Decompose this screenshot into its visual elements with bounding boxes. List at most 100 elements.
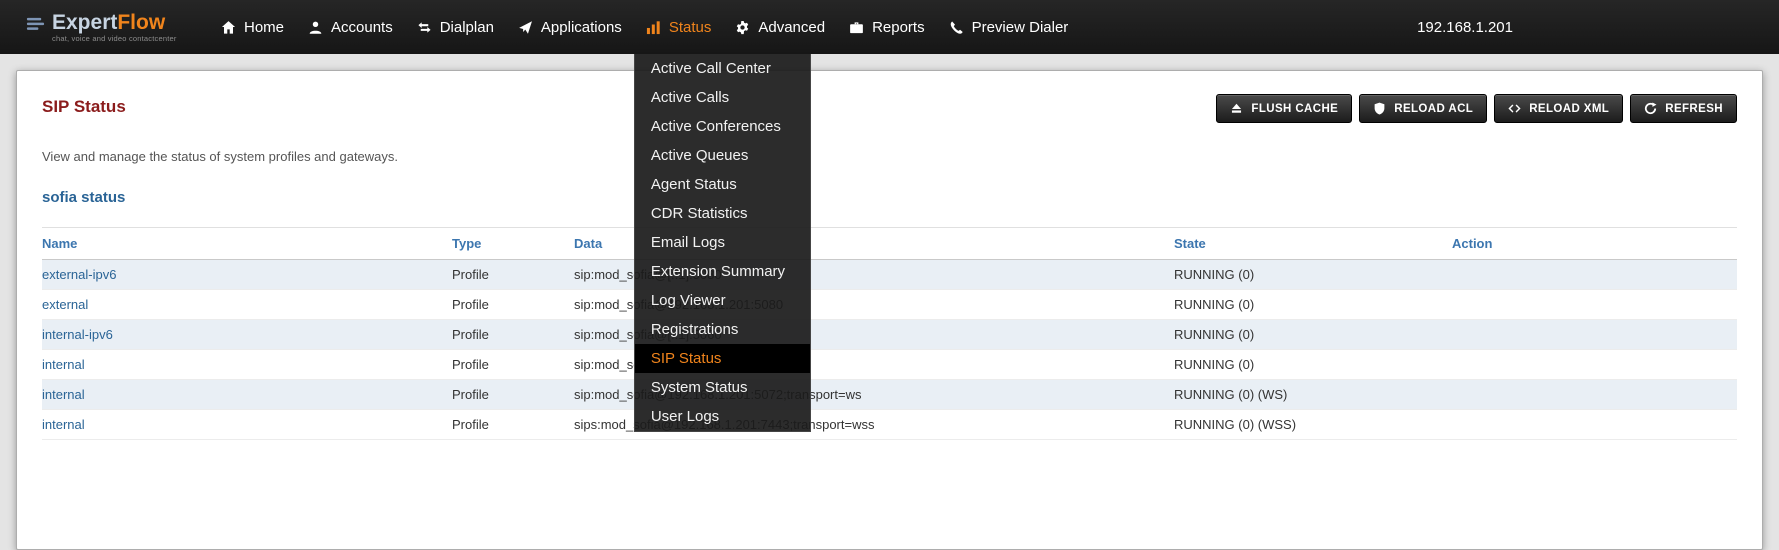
cell-type: Profile bbox=[452, 380, 574, 410]
nav-label: Home bbox=[244, 19, 284, 36]
reload-xml-button[interactable]: RELOAD XML bbox=[1494, 94, 1623, 123]
profile-link[interactable]: internal bbox=[42, 357, 85, 372]
menu-item-active-queues[interactable]: Active Queues bbox=[635, 141, 810, 170]
cell-name: internal-ipv6 bbox=[42, 320, 452, 350]
cell-name: internal bbox=[42, 350, 452, 380]
main-nav: Home Accounts Dialplan Applications Stat… bbox=[209, 0, 1080, 54]
nav-label: Preview Dialer bbox=[972, 19, 1069, 36]
button-label: RELOAD ACL bbox=[1394, 103, 1473, 115]
cell-action bbox=[1452, 350, 1737, 380]
reload-acl-button[interactable]: RELOAD ACL bbox=[1359, 94, 1487, 123]
menu-item-active-call-center[interactable]: Active Call Center bbox=[635, 54, 810, 83]
nav-item-advanced[interactable]: Advanced bbox=[723, 0, 837, 54]
menu-item-cdr-statistics[interactable]: CDR Statistics bbox=[635, 199, 810, 228]
cell-state: RUNNING (0) bbox=[1174, 350, 1452, 380]
cell-state: RUNNING (0) bbox=[1174, 290, 1452, 320]
shield-icon bbox=[1373, 102, 1386, 115]
toolbar: FLUSH CACHE RELOAD ACL RELOAD XML REFRES… bbox=[1216, 94, 1737, 123]
home-icon bbox=[221, 20, 236, 35]
phone-icon bbox=[949, 20, 964, 35]
cell-action bbox=[1452, 380, 1737, 410]
nav-item-home[interactable]: Home bbox=[209, 0, 296, 54]
column-header-state: State bbox=[1174, 228, 1452, 260]
cell-type: Profile bbox=[452, 410, 574, 440]
logo-flow: Flow bbox=[117, 11, 165, 34]
profile-link[interactable]: internal bbox=[42, 417, 85, 432]
cell-type: Profile bbox=[452, 290, 574, 320]
profile-link[interactable]: external bbox=[42, 297, 88, 312]
logo-text: ExpertFlow bbox=[52, 12, 177, 34]
button-label: RELOAD XML bbox=[1529, 103, 1609, 115]
page-title: SIP Status bbox=[42, 97, 126, 117]
menu-item-system-status[interactable]: System Status bbox=[635, 373, 810, 402]
nav-label: Applications bbox=[541, 19, 622, 36]
menu-item-sip-status[interactable]: SIP Status bbox=[635, 344, 810, 373]
logo-expert: Expert bbox=[52, 11, 117, 34]
refresh-button[interactable]: REFRESH bbox=[1630, 94, 1737, 123]
menu-item-extension-summary[interactable]: Extension Summary bbox=[635, 257, 810, 286]
cell-type: Profile bbox=[452, 260, 574, 290]
cell-action bbox=[1452, 320, 1737, 350]
paper-plane-icon bbox=[518, 20, 533, 35]
nav-item-accounts[interactable]: Accounts bbox=[296, 0, 405, 54]
page-description: View and manage the status of system pro… bbox=[42, 149, 1737, 165]
menu-item-active-conferences[interactable]: Active Conferences bbox=[635, 112, 810, 141]
menu-item-registrations[interactable]: Registrations bbox=[635, 315, 810, 344]
cell-type: Profile bbox=[452, 320, 574, 350]
section-heading: sofia status bbox=[42, 189, 1737, 207]
table-header-row: Name Type Data State Action bbox=[42, 228, 1737, 260]
table-row: internal Profile sips:mod_sofia@192.168.… bbox=[42, 410, 1737, 440]
nav-label: Dialplan bbox=[440, 19, 494, 36]
nav-label: Reports bbox=[872, 19, 925, 36]
logo[interactable]: ExpertFlow chat, voice and video contact… bbox=[26, 12, 191, 43]
eject-icon bbox=[1230, 102, 1243, 115]
nav-item-dialplan[interactable]: Dialplan bbox=[405, 0, 506, 54]
cell-state: RUNNING (0) (WS) bbox=[1174, 380, 1452, 410]
cell-action bbox=[1452, 260, 1737, 290]
profile-link[interactable]: external-ipv6 bbox=[42, 267, 116, 282]
logo-lines-icon bbox=[26, 15, 45, 34]
cell-action bbox=[1452, 290, 1737, 320]
gear-icon bbox=[735, 20, 750, 35]
bar-chart-icon bbox=[646, 20, 661, 35]
cell-name: internal bbox=[42, 410, 452, 440]
card-header: SIP Status FLUSH CACHE RELOAD ACL RELOAD… bbox=[42, 89, 1737, 123]
nav-item-status[interactable]: Status Active Call Center Active Calls A… bbox=[634, 0, 724, 54]
code-icon bbox=[1508, 102, 1521, 115]
column-header-type: Type bbox=[452, 228, 574, 260]
nav-item-applications[interactable]: Applications bbox=[506, 0, 634, 54]
briefcase-icon bbox=[849, 20, 864, 35]
exchange-arrows-icon bbox=[417, 20, 432, 35]
flush-cache-button[interactable]: FLUSH CACHE bbox=[1216, 94, 1352, 123]
table-row: internal Profile sip:mod_sofia@192.168.1… bbox=[42, 380, 1737, 410]
nav-label: Accounts bbox=[331, 19, 393, 36]
logo-tagline: chat, voice and video contactcenter bbox=[52, 34, 177, 43]
menu-item-active-calls[interactable]: Active Calls bbox=[635, 83, 810, 112]
sofia-status-table: Name Type Data State Action external-ipv… bbox=[42, 227, 1737, 440]
profile-link[interactable]: internal bbox=[42, 387, 85, 402]
nav-item-reports[interactable]: Reports bbox=[837, 0, 937, 54]
server-address: 192.168.1.201 bbox=[1417, 19, 1513, 36]
nav-item-preview-dialer[interactable]: Preview Dialer bbox=[937, 0, 1081, 54]
nav-label: Status bbox=[669, 19, 712, 36]
top-navbar: ExpertFlow chat, voice and video contact… bbox=[0, 0, 1779, 54]
profile-link[interactable]: internal-ipv6 bbox=[42, 327, 113, 342]
button-label: REFRESH bbox=[1665, 103, 1723, 115]
column-header-name: Name bbox=[42, 228, 452, 260]
cell-action bbox=[1452, 410, 1737, 440]
table-row: external-ipv6 Profile sip:mod_sofia@[::1… bbox=[42, 260, 1737, 290]
content-card: SIP Status FLUSH CACHE RELOAD ACL RELOAD… bbox=[16, 70, 1763, 550]
menu-item-log-viewer[interactable]: Log Viewer bbox=[635, 286, 810, 315]
table-row: external Profile sip:mod_sofia@192.168.1… bbox=[42, 290, 1737, 320]
button-label: FLUSH CACHE bbox=[1251, 103, 1338, 115]
cell-type: Profile bbox=[452, 350, 574, 380]
table-row: internal Profile sip:mod_sofia@192.168.1… bbox=[42, 350, 1737, 380]
menu-item-agent-status[interactable]: Agent Status bbox=[635, 170, 810, 199]
menu-item-email-logs[interactable]: Email Logs bbox=[635, 228, 810, 257]
cell-state: RUNNING (0) (WSS) bbox=[1174, 410, 1452, 440]
nav-label: Advanced bbox=[758, 19, 825, 36]
cell-state: RUNNING (0) bbox=[1174, 260, 1452, 290]
menu-item-user-logs[interactable]: User Logs bbox=[635, 402, 810, 431]
cell-name: internal bbox=[42, 380, 452, 410]
column-header-action: Action bbox=[1452, 228, 1737, 260]
